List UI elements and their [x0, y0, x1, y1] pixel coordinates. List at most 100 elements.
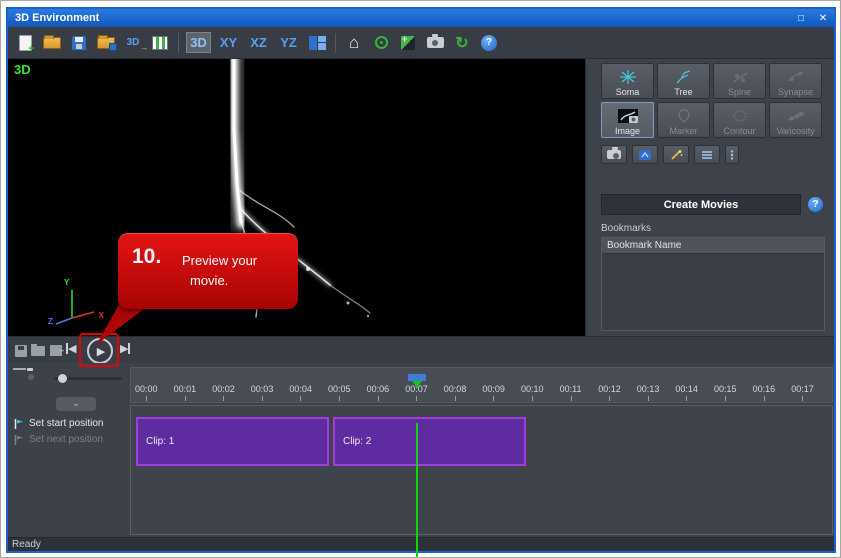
varicosity-button[interactable]: Varicosity: [769, 102, 822, 138]
trace-tool-grid: Soma Tree Spine Synapse Image: [601, 63, 823, 138]
synapse-button[interactable]: Synapse: [769, 63, 822, 99]
zoom-slider[interactable]: [54, 377, 122, 380]
view-yz-button[interactable]: YZ: [276, 32, 301, 53]
camera-icon: [427, 37, 444, 48]
title-bar: 3D Environment □ ✕: [8, 9, 834, 27]
timeline-panel: ⌄ Set start position Set next position 0…: [8, 363, 834, 537]
adjust-levels-button[interactable]: [397, 32, 419, 54]
axis-z-label: Z: [48, 317, 53, 326]
movie-tools-row: [601, 145, 739, 164]
save-icon: [72, 36, 86, 50]
create-movies-header: Create Movies: [601, 194, 801, 215]
next-flag-icon: [14, 435, 23, 445]
time-tick: 00:15: [714, 384, 742, 394]
magic-wand-icon: [669, 149, 683, 161]
window-content: 3D 3D XY XZ YZ ⌂ ↻ ?: [8, 27, 834, 551]
playhead-handle[interactable]: [408, 374, 426, 381]
contour-label: Contour: [723, 126, 755, 136]
toolbar-separator: [335, 33, 336, 53]
time-tick: 00:00: [135, 384, 163, 394]
image-icon: [617, 106, 639, 126]
time-tick: 00:04: [289, 384, 317, 394]
target-button[interactable]: [370, 32, 392, 54]
time-tick: 00:12: [598, 384, 626, 394]
export-3d-icon: 3D: [127, 37, 140, 48]
home-button[interactable]: ⌂: [343, 32, 365, 54]
varicosity-icon: [786, 106, 806, 126]
playhead-marker-icon[interactable]: [412, 381, 422, 388]
window-title: 3D Environment: [8, 12, 99, 24]
split-view-icon: [309, 36, 326, 50]
set-next-position-label: Set next position: [29, 434, 103, 445]
new-file-button[interactable]: [14, 32, 36, 54]
refresh-icon: ↻: [455, 33, 468, 53]
snapshot-button[interactable]: [424, 32, 446, 54]
contour-button[interactable]: Contour: [713, 102, 766, 138]
close-button[interactable]: ✕: [816, 13, 830, 24]
zoom-slider-knob[interactable]: [58, 374, 67, 383]
set-start-position-button[interactable]: Set start position: [14, 418, 103, 429]
view-xz-button[interactable]: XZ: [246, 32, 271, 53]
split-view-button[interactable]: [306, 32, 328, 54]
home-icon: ⌂: [349, 34, 359, 51]
time-tick: 00:16: [753, 384, 781, 394]
window-controls: □ ✕: [794, 9, 830, 27]
camera-gear-icon: [607, 150, 621, 159]
tree-button[interactable]: Tree: [657, 63, 710, 99]
spine-button[interactable]: Spine: [713, 63, 766, 99]
save-as-button[interactable]: [95, 32, 117, 54]
refresh-button[interactable]: ↻: [451, 32, 473, 54]
toolbar-separator: [178, 33, 179, 53]
tree-icon: [674, 67, 694, 87]
image-button[interactable]: Image: [601, 102, 654, 138]
load-movie-button[interactable]: [30, 343, 45, 358]
create-movies-help-button[interactable]: ?: [808, 197, 823, 212]
open-folder-icon: [43, 37, 61, 49]
clip-2[interactable]: Clip: 2: [333, 417, 526, 466]
callout-step-10: 10. Preview your movie.: [118, 233, 298, 309]
view-3d-button[interactable]: 3D: [186, 32, 211, 53]
time-ruler[interactable]: 00:00 00:01 00:02 00:03 00:04 00:05 00:0…: [130, 367, 833, 403]
maximize-button[interactable]: □: [794, 13, 808, 24]
more-options-button[interactable]: [725, 145, 739, 164]
export-3d-button[interactable]: 3D: [122, 32, 144, 54]
marker-button[interactable]: Marker: [657, 102, 710, 138]
clip-track[interactable]: Clip: 1 Clip: 2: [130, 405, 833, 535]
bookmarks-label: Bookmarks: [601, 223, 651, 234]
display-settings-button[interactable]: [632, 145, 658, 164]
more-dots-icon: [729, 149, 735, 161]
time-tick: 00:01: [174, 384, 202, 394]
skip-to-start-button[interactable]: ◀: [66, 342, 76, 355]
time-tick: 00:02: [212, 384, 240, 394]
spine-icon: [730, 67, 750, 87]
help-button[interactable]: ?: [478, 32, 500, 54]
playhead-line: [416, 423, 418, 558]
mini-floppy-icon: [109, 43, 117, 51]
open-button[interactable]: [41, 32, 63, 54]
levels-icon: [401, 36, 415, 50]
time-tick: 00:08: [444, 384, 472, 394]
bookmarks-list[interactable]: Bookmark Name: [601, 237, 825, 331]
soma-button[interactable]: Soma: [601, 63, 654, 99]
save-movie-button[interactable]: [13, 343, 28, 358]
contour-icon: [730, 106, 750, 126]
snapshot-settings-button[interactable]: [601, 145, 627, 164]
time-tick: 00:11: [560, 384, 588, 394]
set-next-position-button[interactable]: Set next position: [14, 434, 103, 445]
time-tick: 00:03: [251, 384, 279, 394]
clip-1[interactable]: Clip: 1: [136, 417, 329, 466]
skip-back-icon: ◀: [68, 342, 76, 355]
callout-text-line1: Preview your: [182, 253, 257, 268]
status-bar: Ready: [8, 537, 834, 551]
soma-label: Soma: [616, 87, 640, 97]
export-table-button[interactable]: [149, 32, 171, 54]
spine-label: Spine: [728, 87, 751, 97]
save-button[interactable]: [68, 32, 90, 54]
time-tick: 00:13: [637, 384, 665, 394]
splitter-grip[interactable]: ⌄: [56, 397, 96, 411]
list-options-button[interactable]: [694, 145, 720, 164]
export-movie-button[interactable]: [48, 343, 63, 358]
tree-label: Tree: [674, 87, 692, 97]
view-xy-button[interactable]: XY: [216, 32, 241, 53]
magic-wand-button[interactable]: [663, 145, 689, 164]
